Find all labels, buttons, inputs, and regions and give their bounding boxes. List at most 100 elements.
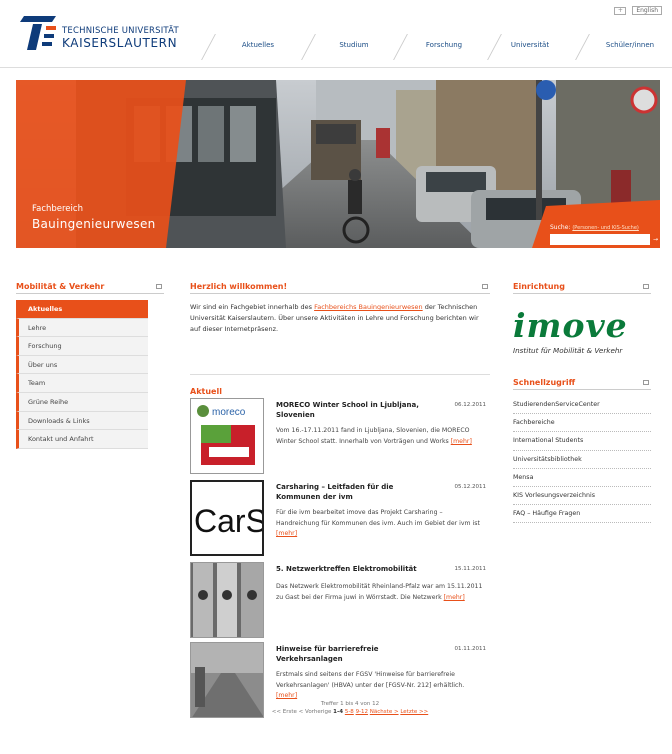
news-date: 01.11.2011 xyxy=(454,646,487,652)
search-submit-button[interactable]: → xyxy=(651,234,660,245)
news-teaser: Erstmals sind seitens der FGSV 'Hinweise… xyxy=(276,670,486,702)
news-section-header: Aktuell xyxy=(190,374,490,396)
sidebar-header: Mobilität & Verkehr xyxy=(16,280,164,294)
news-teaser: Das Netzwerk Elektromobilität Rheinland-… xyxy=(276,582,486,603)
quick-access-list: StudierendenServiceCenter Fachbereiche I… xyxy=(513,396,651,524)
main-navigation: Aktuelles Studium Forschung Universität … xyxy=(201,34,672,60)
news-item: moreco MORECO Winter School in Ljubljana… xyxy=(190,398,490,474)
search-label: Suche: (Personen- und KIS-Suche) xyxy=(550,224,639,231)
nav-item-universitaet[interactable]: Universität xyxy=(490,34,570,56)
news-title[interactable]: Carsharing – Leitfaden für die Kommunen … xyxy=(276,482,426,502)
pagination-links: << Erste < Vorherige 1-4 5-8 9-12 Nächst… xyxy=(250,708,450,716)
welcome-title: Herzlich willkommen! xyxy=(190,282,288,291)
nav-item-forschung[interactable]: Forschung xyxy=(404,34,484,56)
quick-access-title: Schnellzugriff xyxy=(513,378,576,387)
pagination-prev: < Vorherige xyxy=(298,709,332,715)
collapse-icon[interactable] xyxy=(156,284,162,289)
einrichtung-header: Einrichtung xyxy=(513,280,651,294)
pagination-next[interactable]: Nächste > xyxy=(370,709,399,715)
fachbereich-link[interactable]: Fachbereichs Bauingenieurwesen xyxy=(314,303,423,311)
quick-link-fachbereiche[interactable]: Fachbereiche xyxy=(513,414,651,433)
news-body: Carsharing – Leitfaden für die Kommunen … xyxy=(276,482,486,540)
english-link[interactable]: English xyxy=(632,6,662,15)
hero-banner: Fachbereich Bauingenieurwesen Suche: (Pe… xyxy=(16,80,660,248)
einrichtung-title: Einrichtung xyxy=(513,282,565,291)
news-teaser: Für die ivm bearbeitet imove das Projekt… xyxy=(276,508,486,540)
pagination-page-2[interactable]: 5-8 xyxy=(345,709,354,715)
pagination-current: 1-4 xyxy=(333,709,344,715)
site-header: Technische Universität Kaiserslautern + … xyxy=(0,0,672,68)
more-link[interactable]: [mehr] xyxy=(451,438,472,445)
logo-text-line1: Technische Universität xyxy=(62,26,179,36)
search-hint-link[interactable]: (Personen- und KIS-Suche) xyxy=(572,225,639,231)
sidebar-item-forschung[interactable]: Forschung xyxy=(16,337,148,356)
welcome-text-part1: Wir sind ein Fachgebiet innerhalb des xyxy=(190,303,315,311)
pagination-last[interactable]: Letzte >> xyxy=(400,709,428,715)
pagination: Treffer 1 bis 4 von 12 << Erste < Vorher… xyxy=(250,700,450,716)
quick-access-header: Schnellzugriff xyxy=(513,376,651,390)
more-link[interactable]: [mehr] xyxy=(276,530,297,537)
sidebar-item-downloads[interactable]: Downloads & Links xyxy=(16,411,148,431)
pagination-count: Treffer 1 bis 4 von 12 xyxy=(320,701,380,707)
more-link[interactable]: [mehr] xyxy=(276,692,297,699)
main-content: Herzlich willkommen! Wir sind ein Fachge… xyxy=(190,280,490,718)
nav-item-studium[interactable]: Studium xyxy=(314,34,394,56)
pagination-page-3[interactable]: 9-12 xyxy=(356,709,368,715)
sidebar-item-gruene-reihe[interactable]: Grüne Reihe xyxy=(16,392,148,412)
quick-access: Schnellzugriff StudierendenServiceCenter… xyxy=(513,376,651,524)
right-sidebar: Einrichtung imove Institut für Mobilität… xyxy=(513,280,651,524)
news-thumbnail[interactable] xyxy=(190,562,264,638)
news-thumbnail[interactable]: CarS xyxy=(190,480,264,556)
quick-link-kis[interactable]: KIS Vorlesungsverzeichnis xyxy=(513,487,651,506)
imove-logo[interactable]: imove Institut für Mobilität & Verkehr xyxy=(513,308,651,364)
news-teaser-text: Vom 16.-17.11.2011 fand in Ljubljana, Sl… xyxy=(276,427,470,445)
welcome-text: Wir sind ein Fachgebiet innerhalb des Fa… xyxy=(190,302,490,335)
moreco-logo-icon: moreco xyxy=(191,399,263,473)
font-size-toggle[interactable]: + xyxy=(614,6,627,15)
quick-link-mensa[interactable]: Mensa xyxy=(513,469,651,487)
collapse-icon[interactable] xyxy=(643,284,649,289)
sidebar-item-kontakt[interactable]: Kontakt und Anfahrt xyxy=(16,430,148,449)
quick-link-faq[interactable]: FAQ – Häufige Fragen xyxy=(513,505,651,524)
imove-logo-subtitle: Institut für Mobilität & Verkehr xyxy=(513,346,623,355)
news-teaser-text: Für die ivm bearbeitet imove das Projekt… xyxy=(276,509,480,527)
news-body: MORECO Winter School in Ljubljana, Slove… xyxy=(276,400,486,447)
nav-item-aktuelles[interactable]: Aktuelles xyxy=(218,34,298,56)
search-label-text: Suche: xyxy=(550,224,571,231)
welcome-header: Herzlich willkommen! xyxy=(190,280,490,294)
news-date: 06.12.2011 xyxy=(454,402,487,408)
logo-text-line2: Kaiserslautern xyxy=(62,36,178,50)
more-link[interactable]: [mehr] xyxy=(444,594,465,601)
quick-link-international[interactable]: International Students xyxy=(513,432,651,451)
news-teaser: Vom 16.-17.11.2011 fand in Ljubljana, Sl… xyxy=(276,426,486,447)
news-thumbnail[interactable]: moreco xyxy=(190,398,264,474)
news-title[interactable]: MORECO Winter School in Ljubljana, Slove… xyxy=(276,400,426,420)
quick-link-bibliothek[interactable]: Universitätsbibliothek xyxy=(513,451,651,469)
carsharing-sign-text: CarS xyxy=(194,503,264,539)
sidebar-title: Mobilität & Verkehr xyxy=(16,282,105,291)
quick-link-studierendenservicecenter[interactable]: StudierendenServiceCenter xyxy=(513,396,651,415)
nav-item-schueler[interactable]: Schüler/innen xyxy=(588,34,672,56)
news-item: CarS Carsharing – Leitfaden für die Komm… xyxy=(190,480,490,556)
hero-caption: Fachbereich Bauingenieurwesen xyxy=(32,204,156,231)
news-title[interactable]: 5. Netzwerktreffen Elektromobilität xyxy=(276,564,436,574)
carsharing-sign-icon: CarS xyxy=(192,482,264,554)
binders-photo-icon xyxy=(191,563,263,637)
sidebar-item-aktuelles[interactable]: Aktuelles xyxy=(16,300,148,319)
news-date: 05.12.2011 xyxy=(454,484,487,490)
section-navigation: Aktuelles Lehre Forschung Über uns Team … xyxy=(16,300,148,449)
search-box: Suche: (Personen- und KIS-Suche) → xyxy=(532,220,660,248)
sidebar-item-ueber-uns[interactable]: Über uns xyxy=(16,355,148,375)
tu-logo[interactable]: Technische Universität Kaiserslautern xyxy=(18,12,179,52)
collapse-icon[interactable] xyxy=(643,380,649,385)
tu-logo-mark-icon xyxy=(20,16,56,50)
news-item: 5. Netzwerktreffen Elektromobilität 15.1… xyxy=(190,562,490,638)
news-section-title: Aktuell xyxy=(190,387,222,396)
collapse-icon[interactable] xyxy=(482,284,488,289)
sidebar-item-team[interactable]: Team xyxy=(16,374,148,393)
search-input[interactable] xyxy=(550,234,650,245)
news-title[interactable]: Hinweise für barrierefreie Verkehrsanlag… xyxy=(276,644,426,664)
language-switch: + English xyxy=(614,6,662,15)
sidebar-item-lehre[interactable]: Lehre xyxy=(16,318,148,338)
moreco-logo-text: moreco xyxy=(212,407,246,418)
